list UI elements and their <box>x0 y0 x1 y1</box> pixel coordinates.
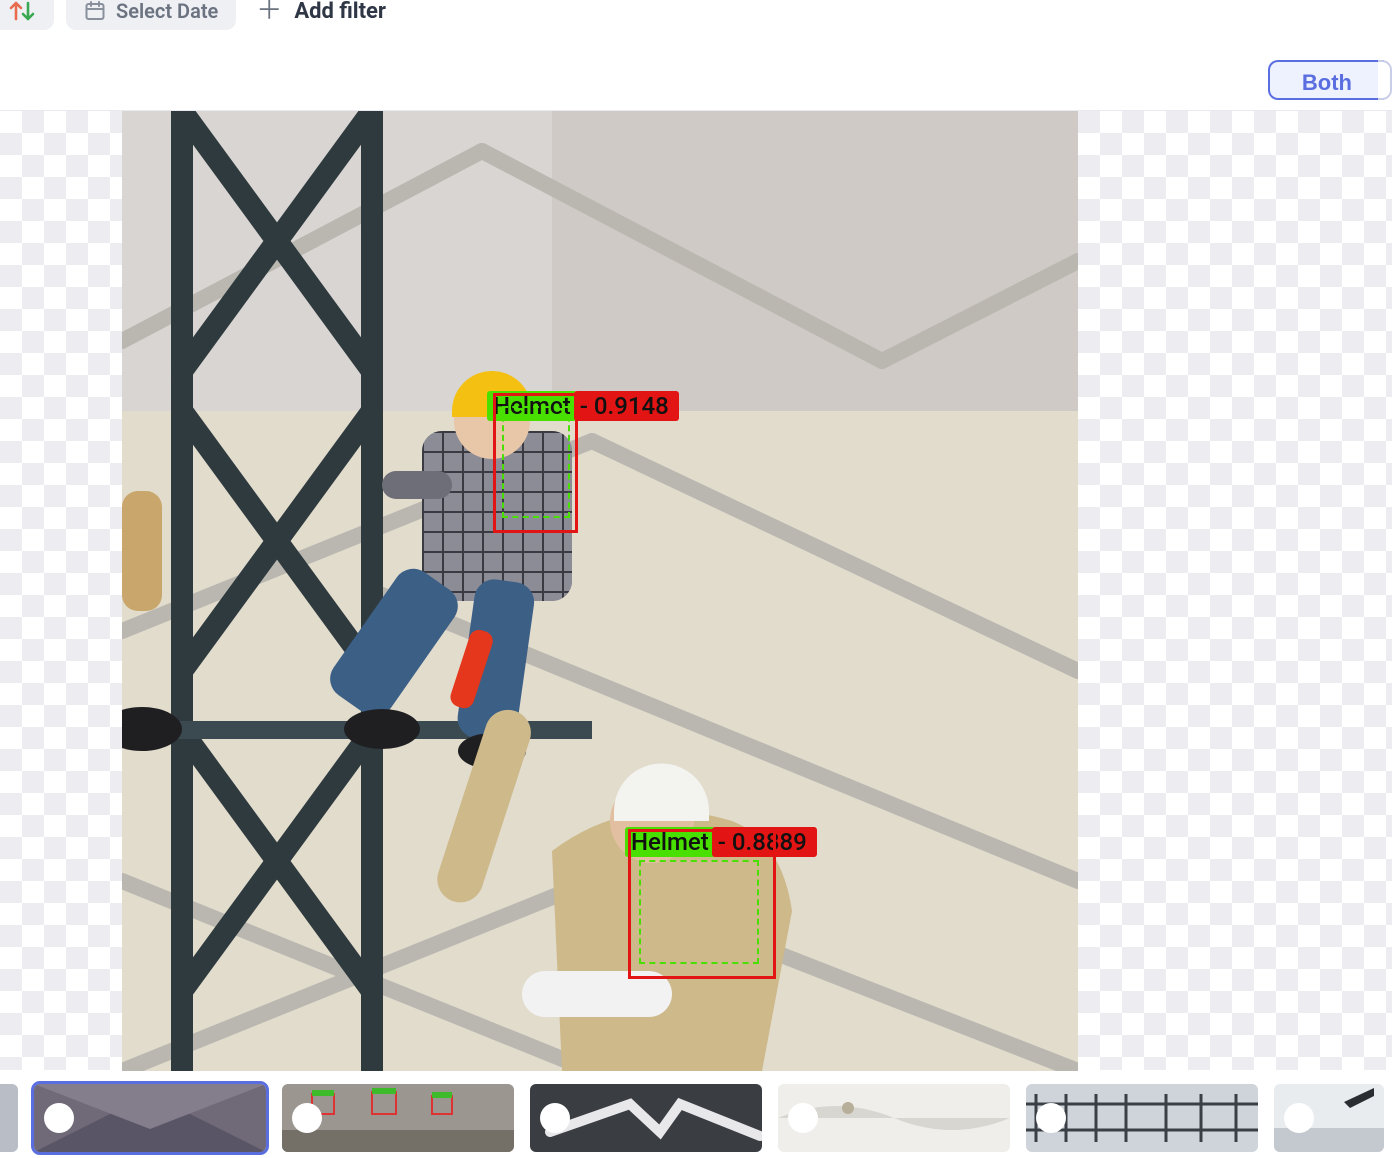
select-date-button[interactable]: Select Date <box>66 0 236 30</box>
thumbnail-0[interactable] <box>0 1084 18 1152</box>
plus-icon: ＋ <box>256 0 282 24</box>
toolbar: Select Date ＋ Add filter <box>0 0 1392 40</box>
thumbnail-5[interactable] <box>1026 1084 1258 1152</box>
scene-illustration <box>122 111 1078 1071</box>
view-toggle-next-fragment[interactable] <box>1378 60 1392 100</box>
thumbnail-6[interactable] <box>1274 1084 1384 1152</box>
thumbnail-1-status-dot <box>44 1103 74 1133</box>
image-stage: Helmet - 0.9148 Helmet - 0.8889 <box>122 111 1078 1071</box>
thumbnail-3[interactable] <box>530 1084 762 1152</box>
sort-arrows-icon <box>8 0 36 23</box>
calendar-icon <box>84 0 106 22</box>
view-toggle-both[interactable]: Both <box>1268 60 1384 100</box>
thumbnail-strip[interactable] <box>0 1076 1392 1158</box>
select-date-label: Select Date <box>116 0 218 23</box>
detection-1-box[interactable] <box>493 393 578 533</box>
add-filter-button[interactable]: ＋ Add filter <box>248 0 394 30</box>
thumbnail-6-status-dot <box>1284 1103 1314 1133</box>
detection-1-pred-box <box>502 406 570 518</box>
detection-2-box[interactable] <box>628 829 776 979</box>
view-toggle-row: Both <box>0 40 1392 110</box>
add-filter-label: Add filter <box>294 0 386 24</box>
detection-1-score: - 0.9148 <box>574 391 679 421</box>
image-viewer[interactable]: Helmet - 0.9148 Helmet - 0.8889 <box>0 110 1392 1070</box>
thumbnail-2-status-dot <box>292 1103 322 1133</box>
view-toggle-both-label: Both <box>1302 70 1352 95</box>
thumbnail-4[interactable] <box>778 1084 1010 1152</box>
thumbnail-2[interactable] <box>282 1084 514 1152</box>
detection-2-pred-box <box>639 860 759 964</box>
sort-button[interactable] <box>0 0 54 30</box>
thumbnail-1[interactable] <box>34 1084 266 1152</box>
thumbnail-3-status-dot <box>540 1103 570 1133</box>
thumbnail-5-status-dot <box>1036 1103 1066 1133</box>
thumbnail-4-status-dot <box>788 1103 818 1133</box>
